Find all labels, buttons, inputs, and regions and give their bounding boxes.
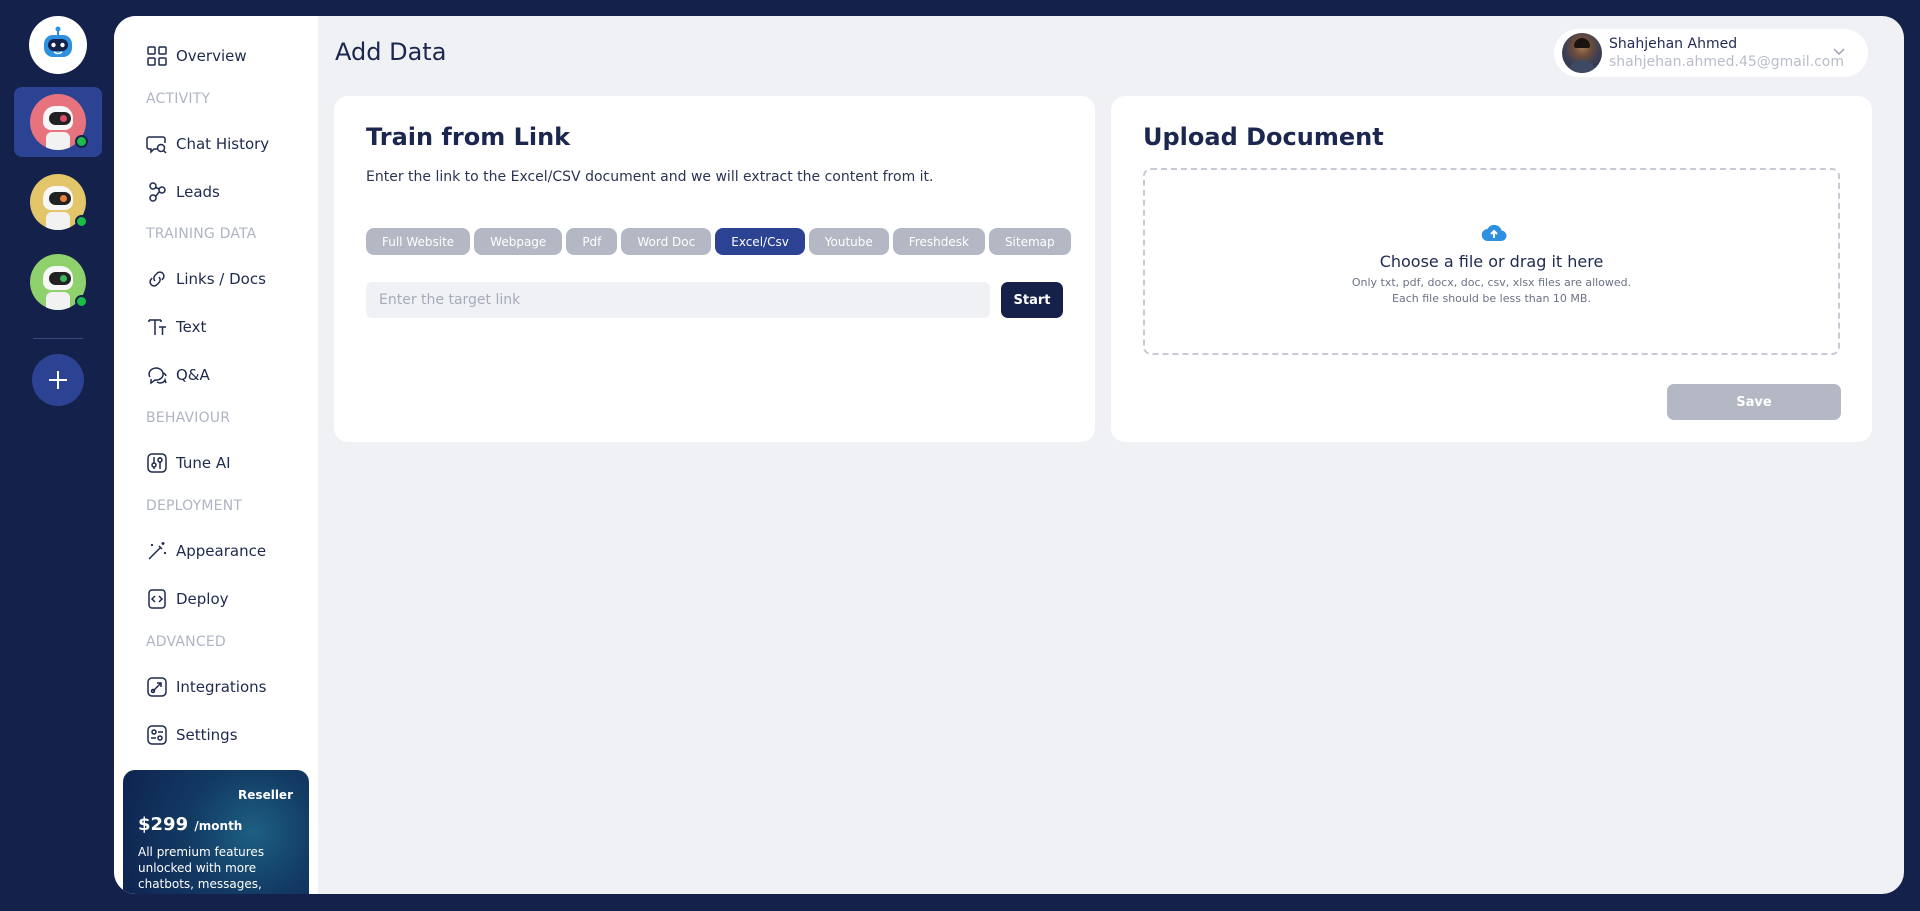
- plus-icon: [49, 371, 67, 389]
- link-icon: [149, 271, 165, 287]
- tab-full-website[interactable]: Full Website: [366, 228, 471, 255]
- sidebar-item-integrations[interactable]: Integrations: [146, 674, 266, 700]
- bot-rail: [0, 0, 114, 911]
- sidebar-item-deploy[interactable]: Deploy: [146, 586, 229, 612]
- tab-sitemap[interactable]: Sitemap: [988, 228, 1071, 255]
- text-icon: [148, 319, 166, 335]
- sidebar-item-appearance[interactable]: Appearance: [146, 538, 266, 564]
- sidebar-item-label: Integrations: [176, 678, 267, 696]
- tab-freshdesk[interactable]: Freshdesk: [892, 228, 985, 255]
- integrations-icon: [147, 677, 167, 697]
- reseller-promo-card[interactable]: Reseller $299 /month All premium feature…: [123, 770, 309, 894]
- sidebar-item-qa[interactable]: Q&A: [146, 362, 210, 388]
- chevron-down-icon: [1833, 48, 1845, 56]
- card-title: Upload Document: [1143, 123, 1384, 151]
- save-button[interactable]: Save: [1667, 384, 1841, 420]
- target-link-input[interactable]: [366, 282, 990, 318]
- user-name: Shahjehan Ahmed: [1609, 36, 1738, 52]
- section-activity: ACTIVITY: [146, 91, 211, 107]
- user-menu[interactable]: Shahjehan Ahmed shahjehan.ahmed.45@gmail…: [1554, 29, 1868, 77]
- section-behaviour: BEHAVIOUR: [146, 410, 231, 426]
- user-email: shahjehan.ahmed.45@gmail.com: [1609, 54, 1844, 70]
- cloud-upload-icon: [1481, 224, 1507, 242]
- source-type-tabs: Full Website Webpage Pdf Word Doc Excel/…: [366, 228, 1071, 255]
- sidebar-item-label: Appearance: [176, 542, 267, 560]
- sidebar-item-settings[interactable]: Settings: [146, 722, 238, 748]
- train-from-link-card: Train from Link Enter the link to the Ex…: [334, 96, 1095, 442]
- robot-logo-icon: [44, 26, 72, 57]
- section-advanced: ADVANCED: [146, 634, 226, 650]
- promo-price: $299 /month: [138, 814, 242, 835]
- tab-youtube[interactable]: Youtube: [808, 228, 889, 255]
- sidebar-item-label: Chat History: [176, 135, 270, 153]
- card-description: Enter the link to the Excel/CSV document…: [366, 169, 934, 185]
- sidebar: Overview ACTIVITY Chat History Leads TRA…: [114, 16, 318, 894]
- tab-word-doc[interactable]: Word Doc: [621, 228, 712, 255]
- online-indicator: [75, 135, 88, 148]
- sidebar-item-label: Tune AI: [176, 454, 231, 472]
- section-training-data: TRAINING DATA: [146, 226, 257, 242]
- sidebar-item-label: Text: [176, 318, 207, 336]
- dropzone-size-limit: Each file should be less than 10 MB.: [1392, 292, 1591, 305]
- settings-icon: [147, 725, 167, 745]
- promo-price-value: $299: [138, 814, 189, 835]
- card-title: Train from Link: [366, 123, 571, 151]
- promo-description: All premium features unlocked with more …: [138, 845, 265, 894]
- magic-wand-icon: [148, 542, 166, 560]
- bot-selector-2[interactable]: [14, 167, 102, 237]
- tab-excel-csv[interactable]: Excel/Csv: [715, 228, 805, 255]
- bot-selector-3[interactable]: [14, 247, 102, 317]
- dropzone-allowed-types: Only txt, pdf, docx, doc, csv, xlsx file…: [1351, 276, 1632, 289]
- sidebar-item-label: Q&A: [176, 366, 210, 384]
- page-title: Add Data: [335, 38, 447, 66]
- sidebar-item-tune-ai[interactable]: Tune AI: [146, 450, 231, 476]
- sidebar-item-text[interactable]: Text: [146, 314, 206, 340]
- sidebar-item-chat-history[interactable]: Chat History: [146, 131, 269, 157]
- sidebar-item-label: Settings: [176, 726, 238, 744]
- dropzone-title: Choose a file or drag it here: [1379, 252, 1604, 271]
- app-shell: Overview ACTIVITY Chat History Leads TRA…: [114, 16, 1904, 894]
- online-indicator: [75, 215, 88, 228]
- sidebar-item-label: Links / Docs: [176, 270, 266, 288]
- code-file-icon: [148, 589, 166, 609]
- promo-tag: Reseller: [238, 788, 293, 802]
- app-logo[interactable]: [29, 16, 87, 74]
- tab-webpage[interactable]: Webpage: [474, 228, 563, 255]
- tab-pdf[interactable]: Pdf: [566, 228, 618, 255]
- sidebar-item-overview[interactable]: Overview: [146, 43, 247, 69]
- sidebar-item-label: Leads: [176, 183, 220, 201]
- users-network-icon: [149, 182, 166, 202]
- grid-icon: [147, 46, 167, 66]
- sidebar-item-links-docs[interactable]: Links / Docs: [146, 266, 266, 292]
- qa-bubbles-icon: [148, 367, 167, 385]
- online-indicator: [75, 295, 88, 308]
- start-button[interactable]: Start: [1001, 282, 1063, 318]
- sidebar-item-label: Deploy: [176, 590, 229, 608]
- sidebar-item-label: Overview: [176, 47, 247, 65]
- file-dropzone[interactable]: Choose a file or drag it here Only txt, …: [1143, 168, 1840, 355]
- sidebar-item-leads[interactable]: Leads: [146, 179, 220, 205]
- add-bot-button[interactable]: [32, 354, 84, 406]
- bot-selector-1[interactable]: [14, 87, 102, 157]
- chat-search-icon: [146, 136, 167, 154]
- sliders-icon: [147, 453, 167, 473]
- rail-divider: [33, 338, 83, 339]
- promo-price-period: /month: [194, 819, 243, 833]
- section-deployment: DEPLOYMENT: [146, 498, 243, 514]
- upload-document-card: Upload Document Choose a file or drag it…: [1111, 96, 1872, 442]
- avatar: [1562, 33, 1602, 73]
